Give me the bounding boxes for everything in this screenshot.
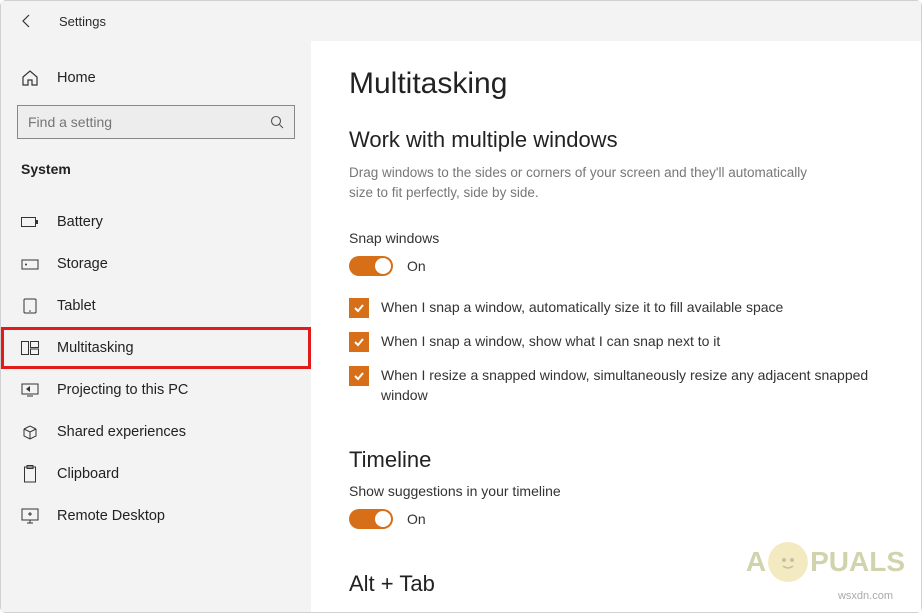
- search-icon: [270, 115, 284, 129]
- section-header-system: System: [1, 157, 311, 191]
- snap-fill-space-checkbox[interactable]: [349, 298, 369, 318]
- sidebar: Home System Battery: [1, 41, 311, 612]
- home-icon: [21, 69, 39, 87]
- shared-experiences-icon: [21, 423, 39, 441]
- tablet-icon: [21, 297, 39, 315]
- section-title: Alt + Tab: [349, 571, 883, 597]
- window-title: Settings: [59, 14, 106, 29]
- nav-group: Battery Storage Tablet: [1, 191, 311, 537]
- search-field[interactable]: [28, 114, 262, 130]
- home-label: Home: [57, 70, 96, 86]
- search-input[interactable]: [17, 105, 295, 139]
- home-button[interactable]: Home: [1, 59, 311, 97]
- sidebar-item-remote-desktop[interactable]: Remote Desktop: [1, 495, 311, 537]
- sidebar-item-label: Projecting to this PC: [57, 382, 188, 398]
- battery-icon: [21, 213, 39, 231]
- section-title: Timeline: [349, 447, 883, 473]
- content-pane: Multitasking Work with multiple windows …: [311, 41, 921, 612]
- sidebar-item-storage[interactable]: Storage: [1, 243, 311, 285]
- sidebar-item-label: Tablet: [57, 298, 96, 314]
- section-timeline: Timeline Show suggestions in your timeli…: [349, 447, 883, 529]
- timeline-suggestions-toggle[interactable]: [349, 509, 393, 529]
- sidebar-item-tablet[interactable]: Tablet: [1, 285, 311, 327]
- timeline-suggestions-label: Show suggestions in your timeline: [349, 483, 883, 499]
- section-title: Work with multiple windows: [349, 127, 883, 153]
- snap-windows-label: Snap windows: [349, 230, 883, 246]
- storage-icon: [21, 255, 39, 273]
- multitasking-icon: [21, 339, 39, 357]
- section-alttab: Alt + Tab: [349, 571, 883, 597]
- sidebar-item-label: Battery: [57, 214, 103, 230]
- snap-assist-checkbox[interactable]: [349, 332, 369, 352]
- sidebar-item-label: Clipboard: [57, 466, 119, 482]
- sidebar-item-multitasking[interactable]: Multitasking: [1, 327, 311, 369]
- page-title: Multitasking: [349, 67, 883, 101]
- remote-desktop-icon: [21, 507, 39, 525]
- section-snap: Work with multiple windows Drag windows …: [349, 127, 883, 405]
- clipboard-icon: [21, 465, 39, 483]
- toggle-state: On: [407, 511, 426, 527]
- sidebar-item-battery[interactable]: Battery: [1, 201, 311, 243]
- sidebar-item-shared-experiences[interactable]: Shared experiences: [1, 411, 311, 453]
- snap-windows-toggle[interactable]: [349, 256, 393, 276]
- sidebar-item-label: Remote Desktop: [57, 508, 165, 524]
- checkbox-label: When I resize a snapped window, simultan…: [381, 366, 869, 405]
- sidebar-item-label: Shared experiences: [57, 424, 186, 440]
- checkbox-label: When I snap a window, automatically size…: [381, 298, 783, 318]
- title-bar: Settings: [1, 1, 921, 41]
- section-description: Drag windows to the sides or corners of …: [349, 163, 809, 202]
- projecting-icon: [21, 381, 39, 399]
- sidebar-item-projecting[interactable]: Projecting to this PC: [1, 369, 311, 411]
- toggle-state: On: [407, 258, 426, 274]
- snap-resize-adjacent-checkbox[interactable]: [349, 366, 369, 386]
- back-button[interactable]: [19, 13, 35, 29]
- sidebar-item-label: Multitasking: [57, 340, 134, 356]
- sidebar-item-clipboard[interactable]: Clipboard: [1, 453, 311, 495]
- sidebar-item-label: Storage: [57, 256, 108, 272]
- checkbox-label: When I snap a window, show what I can sn…: [381, 332, 720, 352]
